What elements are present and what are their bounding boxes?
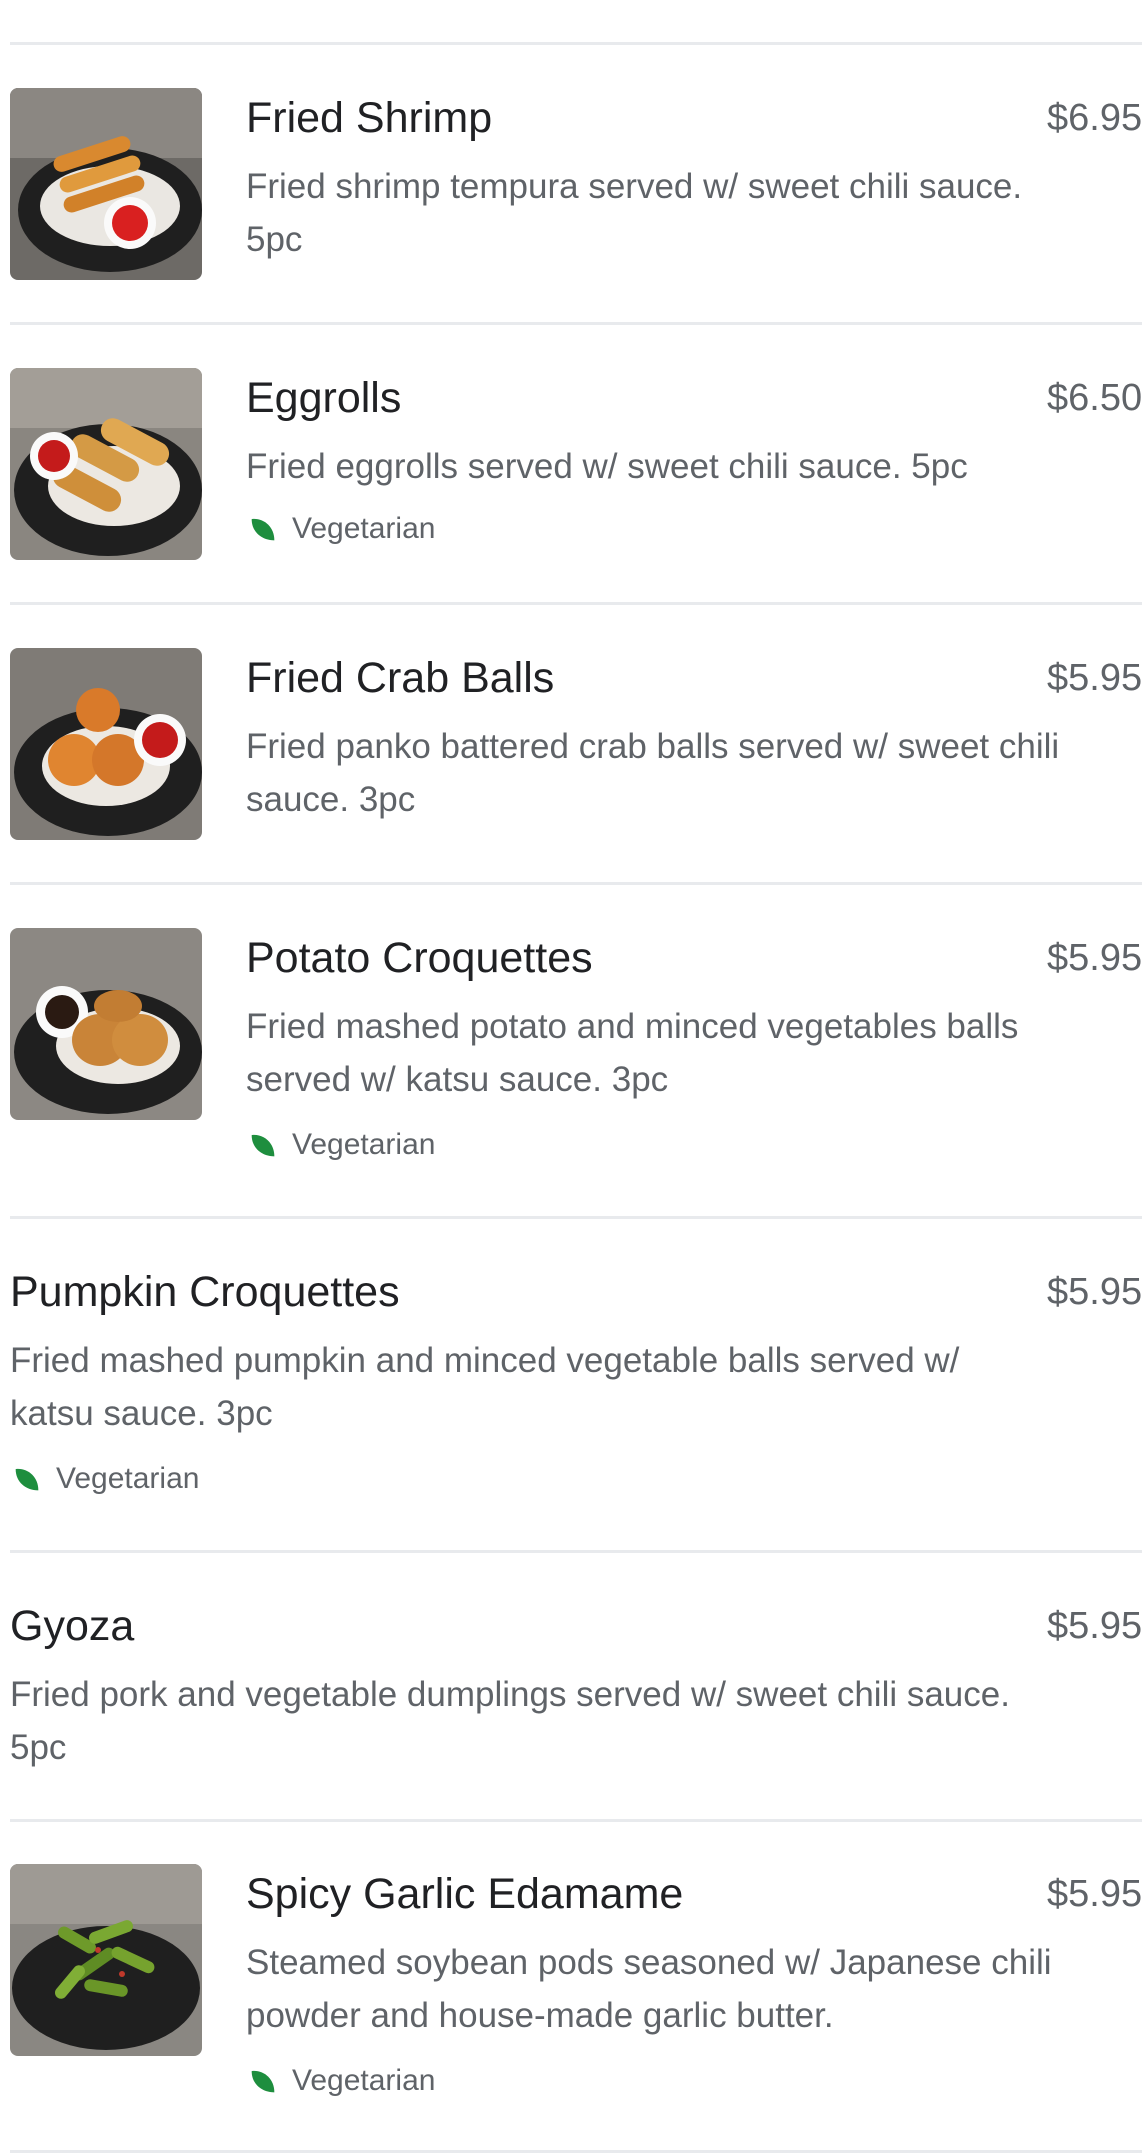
item-description: Fried shrimp tempura served w/ sweet chi…	[246, 167, 1023, 259]
item-name: Spicy Garlic Edamame	[246, 1870, 684, 1918]
item-name: Pumpkin Croquettes	[10, 1268, 400, 1316]
menu-item-fried-shrimp[interactable]: Fried Shrimp $6.95 Fried shrimp tempura …	[0, 88, 1142, 280]
fried-shrimp-photo	[10, 88, 202, 280]
item-price: $6.95	[1047, 97, 1142, 139]
menu-section: Fried Shrimp $6.95 Fried shrimp tempura …	[0, 0, 1142, 2156]
crab-balls-photo	[10, 648, 202, 840]
item-description: Fried eggrolls served w/ sweet chili sau…	[246, 447, 968, 486]
leaf-icon	[15, 1468, 39, 1491]
menu-item-potato-croquettes[interactable]: Potato Croquettes $5.95 Fried mashed pot…	[0, 928, 1142, 1198]
menu-item-eggrolls[interactable]: Eggrolls $6.50 Fried eggrolls served w/ …	[0, 368, 1142, 560]
tag-label: Vegetarian	[292, 2064, 436, 2097]
item-description: Fried pork and vegetable dumplings serve…	[10, 1675, 1010, 1767]
vegetarian-tag: Vegetarian	[10, 1462, 199, 1496]
menu-item-fried-crab-balls[interactable]: Fried Crab Balls $5.95 Fried panko batte…	[0, 648, 1142, 840]
divider	[10, 42, 1142, 45]
item-description: Fried panko battered crab balls served w…	[246, 727, 1060, 819]
item-price: $5.95	[1047, 1873, 1142, 1915]
tag-label: Vegetarian	[292, 1128, 436, 1161]
vegetarian-tag: Vegetarian	[246, 1128, 435, 1162]
divider	[10, 1216, 1142, 1219]
item-description: Fried mashed potato and minced vegetable…	[246, 1007, 1019, 1099]
item-price: $6.50	[1047, 377, 1142, 419]
potato-croquettes-photo	[10, 928, 202, 1120]
item-price: $5.95	[1047, 1605, 1142, 1647]
tag-label: Vegetarian	[56, 1462, 200, 1495]
item-name: Eggrolls	[246, 374, 402, 422]
menu-item-gyoza[interactable]: Gyoza $5.95 Fried pork and vegetable dum…	[0, 1596, 1142, 1786]
item-description: Fried mashed pumpkin and minced vegetabl…	[10, 1341, 960, 1433]
divider	[10, 2150, 1142, 2153]
menu-item-spicy-garlic-edamame[interactable]: Spicy Garlic Edamame $5.95 Steamed soybe…	[0, 1864, 1142, 2124]
item-description: Steamed soybean pods seasoned w/ Japanes…	[246, 1943, 1052, 2035]
edamame-photo	[10, 1864, 202, 2056]
divider	[10, 1819, 1142, 1822]
item-name: Fried Shrimp	[246, 94, 493, 142]
eggrolls-photo	[10, 368, 202, 560]
leaf-icon	[251, 518, 275, 541]
item-name: Potato Croquettes	[246, 934, 593, 982]
tag-label: Vegetarian	[292, 512, 436, 545]
item-price: $5.95	[1047, 937, 1142, 979]
item-price: $5.95	[1047, 657, 1142, 699]
leaf-icon	[251, 1134, 275, 1157]
divider	[10, 1550, 1142, 1553]
item-name: Fried Crab Balls	[246, 654, 555, 702]
divider	[10, 322, 1142, 325]
vegetarian-tag: Vegetarian	[246, 512, 435, 546]
divider	[10, 602, 1142, 605]
vegetarian-tag: Vegetarian	[246, 2064, 435, 2098]
item-name: Gyoza	[10, 1602, 135, 1650]
leaf-icon	[251, 2070, 275, 2093]
item-price: $5.95	[1047, 1271, 1142, 1313]
menu-item-pumpkin-croquettes[interactable]: Pumpkin Croquettes $5.95 Fried mashed pu…	[0, 1262, 1142, 1522]
divider	[10, 882, 1142, 885]
